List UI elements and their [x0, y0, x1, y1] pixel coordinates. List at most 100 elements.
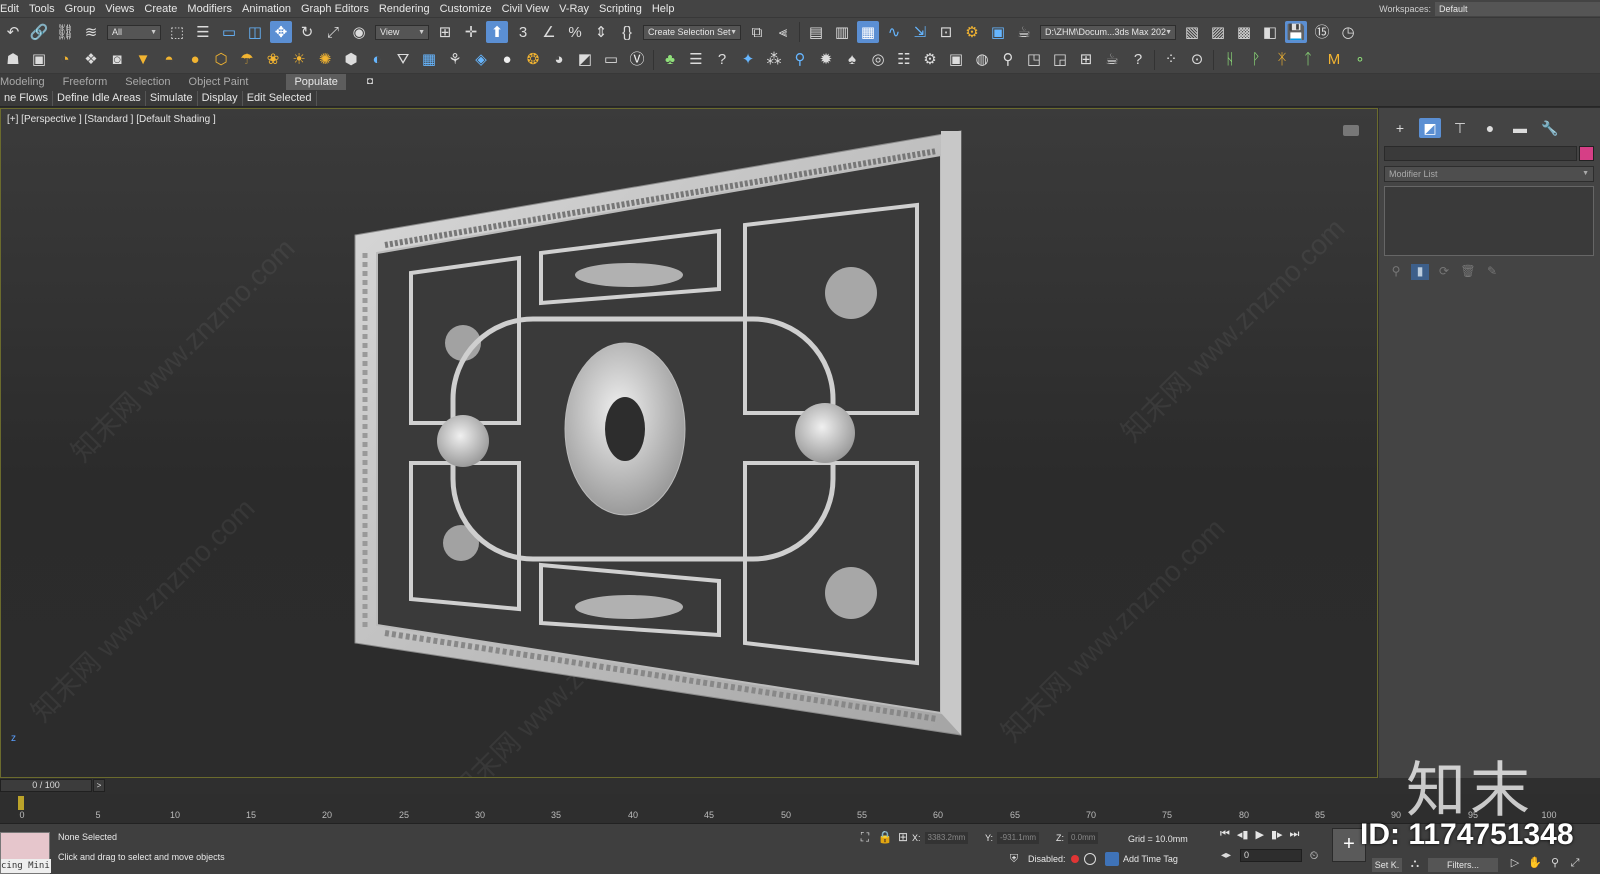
vray-interactive-icon[interactable]: ▩: [1233, 21, 1255, 43]
menu-item-customize[interactable]: Customize: [435, 0, 497, 17]
tab-freeform[interactable]: Freeform: [63, 74, 126, 90]
percent-snap-icon[interactable]: %: [564, 21, 586, 43]
anim-tool-3-icon[interactable]: ᛡ: [1271, 49, 1293, 71]
y-field[interactable]: -931.1mm: [997, 832, 1040, 844]
go-to-start-icon[interactable]: ⏮: [1220, 828, 1230, 841]
zero-indicator[interactable]: [1083, 853, 1096, 865]
orbit-icon[interactable]: ▷: [1506, 854, 1524, 872]
tab-modeling[interactable]: Modeling: [0, 74, 63, 90]
curve-editor-icon[interactable]: ∿: [883, 21, 905, 43]
vray-logo-icon[interactable]: Ⓥ: [626, 49, 648, 71]
vray-grass-icon[interactable]: ⚘: [444, 49, 466, 71]
previous-frame-icon[interactable]: ◂▮: [1237, 828, 1249, 841]
ribbon-options-icon[interactable]: ◘: [362, 75, 378, 89]
record-indicator[interactable]: [1070, 855, 1079, 863]
anim-tool-6-icon[interactable]: ∘: [1349, 49, 1371, 71]
render-production-icon[interactable]: ☕: [1013, 21, 1035, 43]
key-filters-button[interactable]: Filters...: [1428, 858, 1498, 872]
autosave-counter-icon[interactable]: ⑮: [1311, 21, 1333, 43]
anim-tool-1-icon[interactable]: ᚺ: [1219, 49, 1241, 71]
viewport-label[interactable]: [+] [Perspective ] [Standard ] [Default …: [7, 114, 216, 125]
configure-sets-icon[interactable]: ✎: [1483, 264, 1501, 280]
anim-tool-2-icon[interactable]: ᚹ: [1245, 49, 1267, 71]
snap-vertex-icon[interactable]: ⁘: [1160, 49, 1182, 71]
menu-item-civil-view[interactable]: Civil View: [497, 0, 554, 17]
globe-icon[interactable]: ◍: [971, 49, 993, 71]
keyboard-shortcut-override-icon[interactable]: ⬆: [486, 21, 508, 43]
camera-icon[interactable]: [1343, 125, 1359, 136]
panel-simulate[interactable]: Simulate: [146, 90, 198, 106]
vray-frame-buffer-icon[interactable]: ▧: [1181, 21, 1203, 43]
tree-icon[interactable]: ♠: [841, 49, 863, 71]
pivot-center-icon[interactable]: ⊞: [434, 21, 456, 43]
select-move-icon[interactable]: ✥: [270, 21, 292, 43]
snaps-toggle-icon[interactable]: 3: [512, 21, 534, 43]
vray-settings-icon[interactable]: ◕: [548, 49, 570, 71]
toggle-scene-explorer-icon[interactable]: ▤: [805, 21, 827, 43]
vray-sphere-icon[interactable]: ◐: [366, 49, 388, 71]
menu-item-edit[interactable]: Edit: [0, 0, 24, 17]
key-filters-icon[interactable]: ⛬: [1406, 854, 1424, 872]
mirror-icon[interactable]: ⧉: [746, 21, 768, 43]
vray-render-icon[interactable]: ▨: [1207, 21, 1229, 43]
help-icon[interactable]: ?: [711, 49, 733, 71]
dome-light-icon[interactable]: ◓: [158, 49, 180, 71]
material-editor-icon[interactable]: ⊡: [935, 21, 957, 43]
make-unique-icon[interactable]: ⟳: [1435, 264, 1453, 280]
remove-modifier-icon[interactable]: 🗑: [1459, 264, 1477, 280]
rc-list-icon[interactable]: ☷: [893, 49, 915, 71]
vray-mtl-convert-icon[interactable]: ▭: [600, 49, 622, 71]
select-by-name-icon[interactable]: ☰: [192, 21, 214, 43]
toggle-ribbon-icon[interactable]: ▦: [857, 21, 879, 43]
toggle-layer-explorer-icon[interactable]: ▥: [831, 21, 853, 43]
workspace-dropdown[interactable]: Default: [1435, 2, 1600, 16]
camera-cluster-icon[interactable]: ✦: [737, 49, 759, 71]
teapot-icon[interactable]: ☕: [1101, 49, 1123, 71]
render-setup-icon[interactable]: ⚙: [961, 21, 983, 43]
menu-item-create[interactable]: Create: [139, 0, 182, 17]
material-sphere-icon[interactable]: ●: [496, 49, 518, 71]
menu-item-vray[interactable]: V-Ray: [554, 0, 594, 17]
shield-icon[interactable]: ⛨: [1007, 852, 1021, 866]
motion-tab-icon[interactable]: ●: [1479, 118, 1501, 138]
menu-item-animation[interactable]: Animation: [237, 0, 296, 17]
menu-item-scripting[interactable]: Scripting: [594, 0, 647, 17]
object-name-field[interactable]: [1384, 146, 1577, 161]
next-frame-button[interactable]: >: [93, 779, 105, 792]
box-icon[interactable]: ▣: [28, 49, 50, 71]
select-manipulate-icon[interactable]: ✛: [460, 21, 482, 43]
next-key-icon[interactable]: ▮▸: [1271, 828, 1283, 841]
zoom-icon[interactable]: ⚲: [1546, 854, 1564, 872]
sphere-light-icon[interactable]: ●: [184, 49, 206, 71]
render-view-icon[interactable]: ▣: [945, 49, 967, 71]
pan-view-icon[interactable]: ✋: [1526, 854, 1544, 872]
time-config-icon[interactable]: ⏲: [1306, 848, 1322, 864]
menu-item-group[interactable]: Group: [60, 0, 101, 17]
unlink-icon[interactable]: ⛓: [54, 21, 76, 43]
edit-named-selection-icon[interactable]: {}: [616, 21, 638, 43]
pin-stack-icon[interactable]: ⚲: [1387, 264, 1405, 280]
display-tab-icon[interactable]: ▬: [1509, 118, 1531, 138]
sun-icon[interactable]: ☀: [288, 49, 310, 71]
panel-display[interactable]: Display: [198, 90, 243, 106]
clock-icon[interactable]: ◷: [1337, 21, 1359, 43]
modify-tab-icon[interactable]: ◩: [1419, 118, 1441, 138]
plane-light-icon[interactable]: ▼: [132, 49, 154, 71]
ambient-light-icon[interactable]: ❀: [262, 49, 284, 71]
set-key-mode-button[interactable]: Set K.: [1372, 858, 1402, 872]
align-icon[interactable]: ⫷: [772, 21, 794, 43]
save-icon[interactable]: 💾: [1285, 21, 1307, 43]
anim-tool-4-icon[interactable]: ᛏ: [1297, 49, 1319, 71]
hierarchy-tab-icon[interactable]: ⊤: [1449, 118, 1471, 138]
select-scale-icon[interactable]: ⤢: [322, 21, 344, 43]
vray-toolbar-icon[interactable]: ◧: [1259, 21, 1281, 43]
selection-filter-dropdown[interactable]: All: [107, 24, 161, 40]
vray-box-icon[interactable]: ⬢: [340, 49, 362, 71]
help-icon-2[interactable]: ?: [1127, 49, 1149, 71]
play-icon[interactable]: ▶: [1255, 828, 1263, 841]
go-to-end-icon[interactable]: ⏭: [1290, 828, 1300, 841]
absolute-mode-icon[interactable]: ⊞: [892, 826, 914, 848]
spinner-snap-icon[interactable]: ⇕: [590, 21, 612, 43]
vray-fur-icon[interactable]: ▦: [418, 49, 440, 71]
modifier-list-dropdown[interactable]: Modifier List: [1384, 166, 1594, 182]
